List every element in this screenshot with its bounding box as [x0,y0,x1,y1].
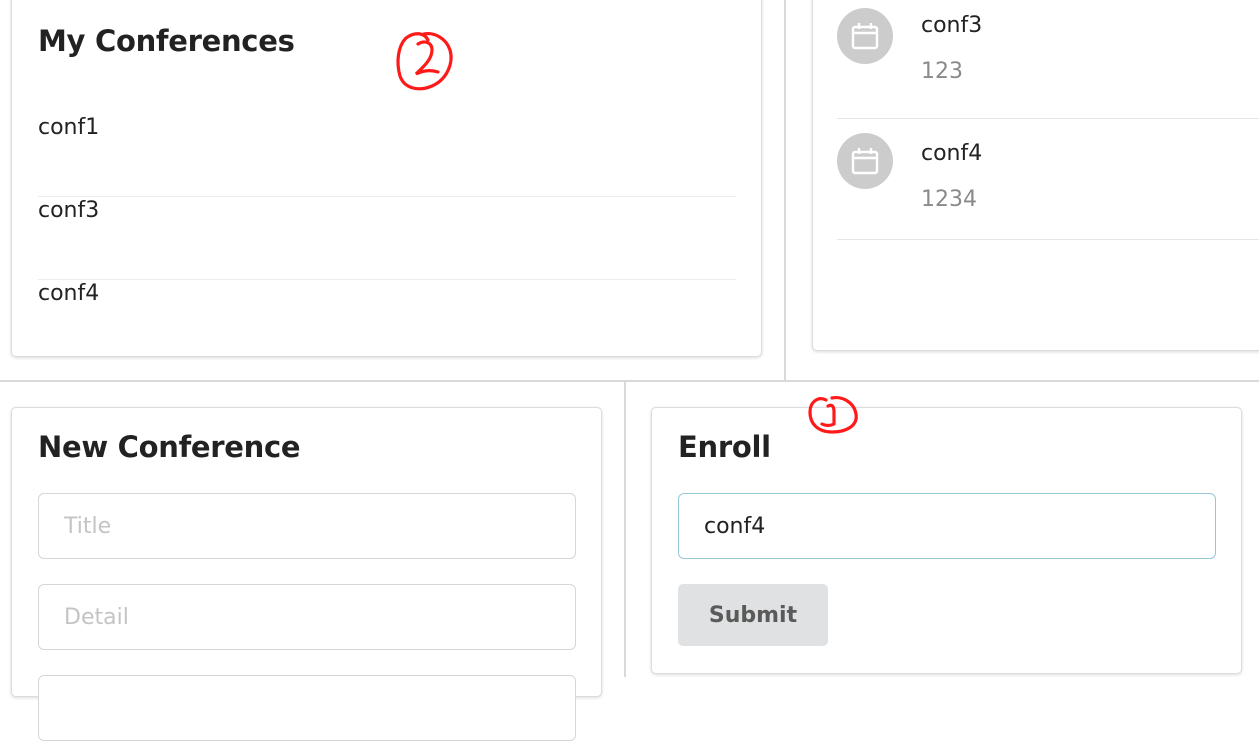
conference-title: conf4 [921,141,983,166]
column-divider-bottom [624,382,626,677]
conference-description: 1234 [921,187,977,212]
calendar-avatar [837,133,893,189]
my-conference-item-label: conf3 [38,198,100,223]
my-conference-item[interactable]: conf4 [38,281,736,363]
my-conference-item-label: conf4 [38,281,100,306]
conference-description: 123 [921,59,963,84]
conference-list-item[interactable]: conf3 123 [837,0,1259,119]
my-conferences-card: My Conferences conf1 conf3 conf4 [11,0,762,357]
column-divider-top [784,0,786,380]
conference-list-item[interactable]: conf4 1234 [837,112,1259,240]
conference-list-card: conf3 123 conf4 1234 [812,0,1259,351]
row-divider [0,380,1259,382]
enroll-title: Enroll [678,430,771,464]
submit-button[interactable]: Submit [678,584,828,646]
conference-title: conf3 [921,13,983,38]
new-conference-title: New Conference [38,430,301,464]
enroll-card: Enroll Submit [651,407,1242,674]
calendar-avatar [837,8,893,64]
calendar-icon [851,23,879,50]
my-conferences-title: My Conferences [38,24,295,58]
conference-title-input[interactable] [38,493,576,559]
calendar-icon [851,148,879,175]
conference-extra-input[interactable] [38,675,576,741]
conference-detail-input[interactable] [38,584,576,650]
new-conference-card: New Conference [11,407,602,741]
my-conference-item[interactable]: conf3 [38,198,736,280]
enroll-conference-input[interactable] [678,493,1216,559]
my-conference-item-label: conf1 [38,115,100,140]
annotation-marker-2: 2 [396,32,453,91]
annotation-marker-1: 1 [808,396,858,434]
my-conference-item[interactable]: conf1 [38,115,736,197]
